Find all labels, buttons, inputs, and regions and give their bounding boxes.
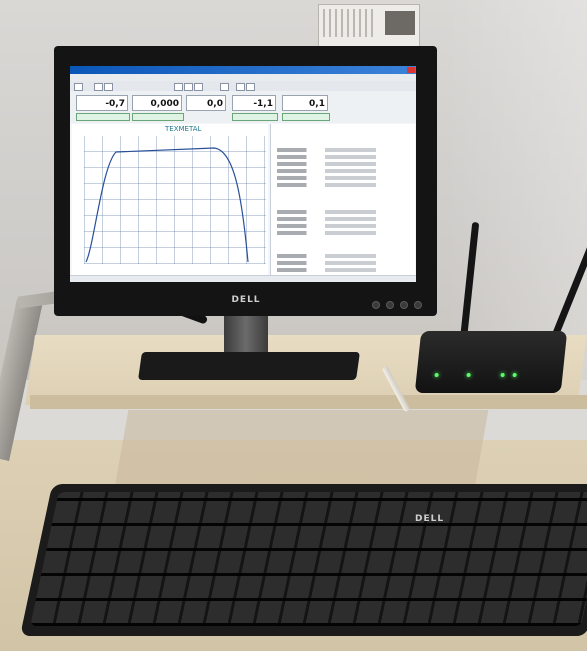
toolbar-button[interactable] — [194, 83, 203, 91]
shelf-edge — [30, 395, 587, 409]
panel-row — [277, 169, 411, 173]
toolbar-button[interactable] — [174, 83, 183, 91]
router-led — [466, 373, 471, 377]
results-panel — [270, 124, 415, 276]
toolbar-button[interactable] — [220, 83, 229, 91]
panel-heading — [271, 136, 415, 142]
toolbar-button[interactable] — [104, 83, 113, 91]
panel-row — [277, 217, 411, 221]
panel-row — [277, 254, 411, 258]
monitor-screen: -0,7 0,000 0,0 -1,1 0,1 TEXMETAL — [70, 66, 416, 282]
monitor-stand-base — [138, 352, 360, 380]
toolbar-button[interactable] — [94, 83, 103, 91]
panel-row — [277, 148, 411, 152]
window-close-button[interactable] — [407, 67, 415, 73]
panel-row — [277, 210, 411, 214]
monitor-power-button[interactable] — [414, 301, 422, 309]
chart-title: TEXMETAL — [165, 125, 202, 133]
readout-3: 0,0 — [186, 95, 226, 111]
readout-1: -0,7 — [76, 95, 128, 111]
toolbar-button[interactable] — [184, 83, 193, 91]
chart-curve — [85, 147, 249, 263]
panel-row — [277, 261, 411, 265]
monitor-button[interactable] — [400, 301, 408, 309]
readout-2: 0,000 — [132, 95, 182, 111]
monitor-button[interactable] — [386, 301, 394, 309]
panel-row — [277, 155, 411, 159]
keyboard-logo: DELL — [415, 514, 445, 524]
toolbar-button[interactable] — [236, 83, 245, 91]
panel-heading — [271, 244, 415, 250]
readout-button[interactable] — [282, 113, 330, 121]
router-led — [434, 373, 439, 377]
panel-row — [277, 224, 411, 228]
window-title-bar[interactable] — [70, 66, 416, 74]
calendar-picture — [385, 11, 415, 35]
router-led — [500, 373, 505, 377]
readout-button[interactable] — [76, 113, 130, 121]
toolbar-button[interactable] — [74, 83, 83, 91]
readout-button[interactable] — [232, 113, 278, 121]
readout-4: -1,1 — [232, 95, 276, 111]
monitor-button[interactable] — [372, 301, 380, 309]
wifi-router — [414, 331, 568, 393]
panel-row — [277, 268, 411, 272]
status-bar — [70, 275, 416, 282]
keyboard — [20, 484, 587, 636]
load-curve — [85, 147, 249, 263]
toolbar-button[interactable] — [246, 83, 255, 91]
monitor-logo: DELL — [231, 295, 261, 305]
panel-row — [277, 231, 411, 235]
calendar-grid — [323, 9, 377, 37]
panel-heading — [271, 128, 415, 134]
readout-button[interactable] — [132, 113, 184, 121]
readout-5: 0,1 — [282, 95, 328, 111]
window-menubar[interactable] — [70, 74, 416, 81]
panel-row — [277, 183, 411, 187]
router-led — [512, 373, 517, 377]
monitor: -0,7 0,000 0,0 -1,1 0,1 TEXMETAL DELL — [54, 46, 437, 316]
photo-scene: -0,7 0,000 0,0 -1,1 0,1 TEXMETAL DELL DE… — [0, 0, 587, 651]
panel-row — [277, 176, 411, 180]
panel-heading — [271, 200, 415, 206]
readout-strip: -0,7 0,000 0,0 -1,1 0,1 — [70, 91, 416, 123]
panel-row — [277, 162, 411, 166]
keyboard-keys[interactable] — [30, 492, 587, 626]
